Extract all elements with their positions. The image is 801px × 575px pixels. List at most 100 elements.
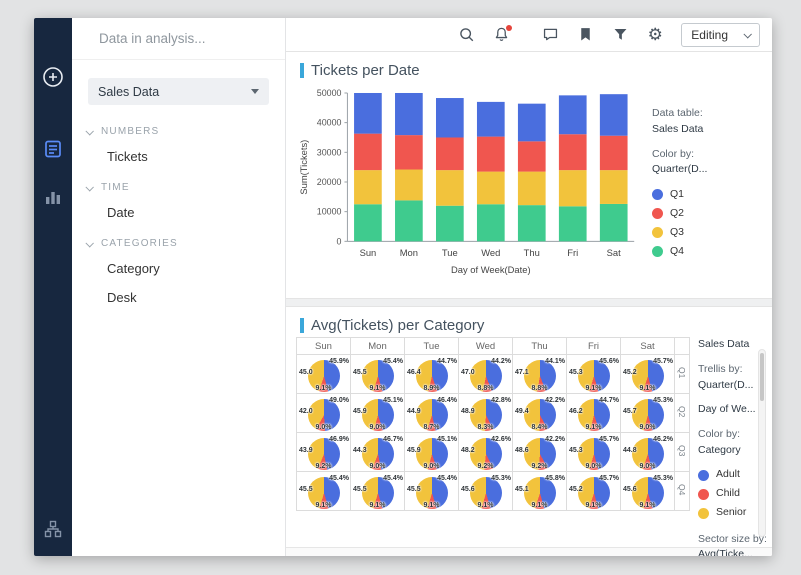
bar-segment-Q1-Wed[interactable] (477, 102, 505, 137)
document-structure-button[interactable] (40, 516, 66, 542)
pie-slice-label: 48.9 (461, 408, 475, 415)
bar-segment-Q3-Wed[interactable] (477, 172, 505, 205)
bar-segment-Q2-Sat[interactable] (600, 136, 628, 170)
trellis-cell: 44.846.2%9.0% (621, 433, 675, 472)
trellis-cell: 43.946.9%9.2% (297, 433, 351, 472)
trellis-cell: 47.144.1%8.8% (513, 355, 567, 394)
add-button[interactable] (40, 64, 66, 90)
bar-segment-Q1-Mon[interactable] (395, 93, 423, 135)
pie-slice-label: 45.9 (353, 408, 367, 415)
pie-slice-label: 9.2% (478, 463, 494, 470)
bar-segment-Q3-Thu[interactable] (518, 172, 546, 206)
pie-slice-label: 45.7% (599, 436, 619, 443)
bar-segment-Q1-Fri[interactable] (559, 95, 587, 134)
bar-segment-Q4-Sat[interactable] (600, 204, 628, 241)
y-axis-tick-label: 20000 (317, 177, 342, 187)
data-table-selector[interactable]: Sales Data (88, 78, 269, 105)
pie-slice-label: 46.7% (383, 436, 403, 443)
legend-entry-label: Q1 (670, 187, 684, 203)
pie-slice-label: 49.0% (329, 397, 349, 404)
pie-slice-label: 9.1% (586, 502, 602, 509)
settings-button[interactable]: ⚙ (646, 26, 664, 44)
section-label: TIME (101, 182, 130, 193)
scrollbar-thumb[interactable] (760, 353, 764, 401)
bar-segment-Q1-Sat[interactable] (600, 94, 628, 136)
bar-segment-Q3-Mon[interactable] (395, 170, 423, 201)
legend-entry-q4[interactable]: Q4 (652, 242, 762, 261)
top-toolbar: ⚙ Editing (286, 18, 772, 52)
trellis-cell: 47.044.2%8.8% (459, 355, 513, 394)
pie-slice-label: 9.1% (586, 424, 602, 431)
section-header-categories[interactable]: CATEGORIES (72, 227, 285, 254)
trellis-cell: 45.045.9%9.1% (297, 355, 351, 394)
bar-segment-Q1-Sun[interactable] (354, 93, 382, 134)
trellis-row-label-cell: Q4 (675, 472, 690, 511)
legend-entry-q2[interactable]: Q2 (652, 204, 762, 223)
pie-slice-label: 44.7% (437, 358, 457, 365)
pie-slice-label: 44.2% (491, 358, 511, 365)
field-item-date[interactable]: Date (72, 198, 285, 227)
bar-segment-Q4-Sun[interactable] (354, 204, 382, 241)
bar-segment-Q4-Tue[interactable] (436, 206, 464, 242)
editing-mode-dropdown[interactable]: Editing (681, 23, 760, 47)
title-accent-bar (300, 63, 304, 78)
bar-segment-Q4-Thu[interactable] (518, 205, 546, 241)
trellis-row-label: Q4 (677, 484, 687, 495)
bar-segment-Q3-Fri[interactable] (559, 170, 587, 206)
pie-slice-label: 9.1% (478, 502, 494, 509)
pie-slice-label: 45.1% (437, 436, 457, 443)
y-axis-tick-label: 50000 (317, 88, 342, 98)
data-search-input[interactable] (99, 31, 276, 46)
field-item-desk[interactable]: Desk (72, 283, 285, 312)
filters-button[interactable] (611, 26, 629, 44)
bar-segment-Q2-Mon[interactable] (395, 135, 423, 169)
bar-segment-Q2-Fri[interactable] (559, 134, 587, 170)
pie-slice-label: 8.8% (478, 385, 494, 392)
pie-slice-label: 9.2% (532, 463, 548, 470)
trellis-cell: 44.346.7%9.0% (351, 433, 405, 472)
data-in-analysis-button[interactable] (40, 136, 66, 162)
visualization-types-button[interactable] (40, 184, 66, 210)
legend-vertical-scrollbar[interactable] (758, 349, 766, 537)
bar-segment-Q1-Tue[interactable] (436, 98, 464, 137)
pie-slice-label: 8.8% (532, 385, 548, 392)
bar-segment-Q3-Sun[interactable] (354, 170, 382, 204)
viz1-title: Tickets per Date (311, 62, 420, 79)
comments-button[interactable] (541, 26, 559, 44)
section-header-numbers[interactable]: NUMBERS (72, 115, 285, 142)
legend-entry-q3[interactable]: Q3 (652, 223, 762, 242)
legend-entry-label: Senior (716, 505, 746, 521)
field-item-category[interactable]: Category (72, 254, 285, 283)
bar-segment-Q4-Wed[interactable] (477, 204, 505, 241)
trellis-cell: 45.545.4%9.1% (351, 355, 405, 394)
y-axis-title: Sum(Tickets) (298, 140, 309, 195)
legend-entry-q1[interactable]: Q1 (652, 185, 762, 204)
x-axis-tick-label: Mon (400, 247, 418, 258)
section-header-time[interactable]: TIME (72, 171, 285, 198)
pie-slice-label: 8.3% (478, 424, 494, 431)
search-button[interactable] (457, 26, 475, 44)
notifications-button[interactable] (492, 26, 510, 44)
bar-segment-Q4-Mon[interactable] (395, 200, 423, 241)
pie-slice-label: 42.0 (299, 408, 313, 415)
trellis-cell: 45.245.7%9.1% (567, 472, 621, 511)
bar-segment-Q4-Fri[interactable] (559, 206, 587, 241)
trellis-cell: 46.444.7%8.9% (405, 355, 459, 394)
pie-slice-label: 45.6 (461, 486, 475, 493)
pie-slice-label: 45.1% (383, 397, 403, 404)
y-axis-tick-label: 10000 (317, 207, 342, 217)
field-item-tickets[interactable]: Tickets (72, 142, 285, 171)
pie-slice-label: 45.2 (623, 369, 637, 376)
bar-segment-Q2-Tue[interactable] (436, 137, 464, 170)
pie-slice-label: 9.0% (586, 463, 602, 470)
pie-slice-label: 9.1% (640, 385, 656, 392)
bookmarks-button[interactable] (576, 26, 594, 44)
stacked-bar-chart[interactable]: 01000020000300004000050000SunMonTueWedTh… (296, 82, 652, 280)
bar-segment-Q2-Thu[interactable] (518, 141, 546, 171)
pie-slice-label: 42.2% (545, 397, 565, 404)
bar-segment-Q2-Wed[interactable] (477, 137, 505, 172)
bar-segment-Q3-Tue[interactable] (436, 170, 464, 206)
bar-segment-Q2-Sun[interactable] (354, 134, 382, 170)
bar-segment-Q1-Thu[interactable] (518, 104, 546, 142)
bar-segment-Q3-Sat[interactable] (600, 170, 628, 204)
